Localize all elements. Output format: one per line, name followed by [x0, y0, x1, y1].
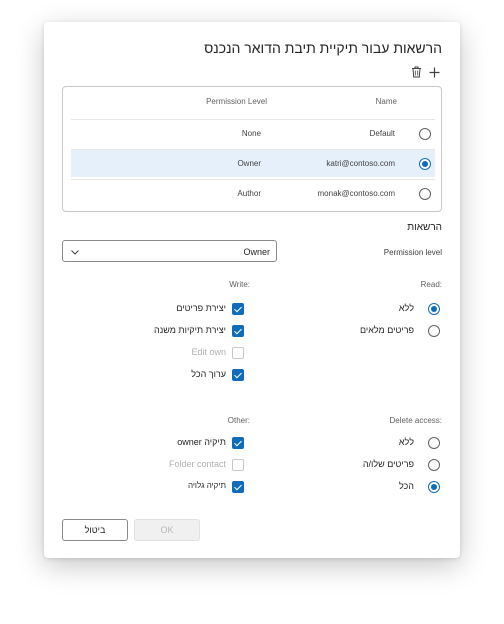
- delete-radio-own[interactable]: [428, 459, 440, 471]
- write-checkbox-create-subfolders[interactable]: [232, 325, 244, 337]
- write-checkbox-create-items[interactable]: [232, 303, 244, 315]
- dialog-title: הרשאות עבור תיקיית תיבת הדואר הנכנס: [204, 40, 442, 56]
- delete-option-label: הכל: [398, 481, 414, 491]
- row-name: monak@contoso.com: [317, 189, 396, 198]
- read-radio-full[interactable]: [428, 325, 440, 337]
- row-radio-katri[interactable]: [419, 158, 431, 170]
- chevron-down-icon: [69, 245, 81, 257]
- plus-icon[interactable]: [426, 64, 442, 80]
- permissions-section-title: הרשאות: [407, 222, 442, 233]
- row-radio-monak[interactable]: [419, 188, 431, 200]
- header-name: Name: [375, 97, 397, 106]
- delete-option-label: ללא: [398, 437, 414, 447]
- row-name: Default: [369, 129, 395, 138]
- other-option-label: תיקיה גלויה: [187, 481, 226, 490]
- write-checkbox-edit-own: [232, 347, 244, 359]
- other-option-label: Folder contact: [168, 459, 226, 469]
- other-option-folder-owner[interactable]: תיקיה owner: [144, 436, 246, 450]
- permissions-dialog: הרשאות עבור תיקיית תיבת הדואר הנכנס Name…: [44, 22, 460, 558]
- other-checkbox-folder-visible[interactable]: [232, 481, 244, 493]
- row-level: Owner: [237, 159, 261, 168]
- write-label: Write:: [229, 280, 250, 289]
- read-option-full[interactable]: פריטים מלאים: [344, 324, 442, 338]
- table-row-katri[interactable]: katri@contoso.com Owner: [71, 149, 435, 177]
- write-option-label: יצירת פריטים: [176, 303, 226, 313]
- other-option-folder-visible[interactable]: תיקיה גלויה: [144, 480, 246, 494]
- table-row-monak[interactable]: monak@contoso.com Author: [71, 179, 435, 207]
- other-label: Other:: [227, 416, 250, 425]
- other-option-label: תיקיה owner: [177, 437, 226, 447]
- row-name: katri@contoso.com: [326, 159, 395, 168]
- read-option-none[interactable]: ללא: [344, 302, 442, 316]
- permission-level-value: Owner: [243, 247, 270, 257]
- other-option-folder-contact: Folder contact: [144, 458, 246, 472]
- write-option-label: ערוך הכל: [191, 369, 226, 379]
- toolbar: [408, 64, 444, 80]
- delete-option-all[interactable]: הכל: [344, 480, 442, 494]
- other-checkbox-folder-owner[interactable]: [232, 437, 244, 449]
- write-option-create-subfolders[interactable]: יצירת תיקיות משנה: [144, 324, 246, 338]
- table-row-default[interactable]: Default None: [71, 119, 435, 147]
- cancel-button[interactable]: ביטול: [62, 519, 128, 541]
- row-radio-default[interactable]: [419, 128, 431, 140]
- permission-level-select[interactable]: Owner: [62, 240, 277, 262]
- read-label: Read:: [420, 280, 442, 289]
- write-option-label: יצירת תיקיות משנה: [154, 325, 226, 335]
- row-level: Author: [237, 189, 261, 198]
- delete-radio-all[interactable]: [428, 481, 440, 493]
- delete-access-label: Delete access:: [389, 416, 442, 425]
- permissions-table: Name Permission Level Default None katri…: [62, 86, 442, 212]
- read-radio-none[interactable]: [428, 303, 440, 315]
- write-checkbox-edit-all[interactable]: [232, 369, 244, 381]
- trash-icon[interactable]: [408, 64, 424, 80]
- delete-radio-none[interactable]: [428, 437, 440, 449]
- read-option-label: ללא: [398, 303, 414, 313]
- row-level: None: [241, 129, 261, 138]
- permission-level-label: Permission level: [383, 248, 442, 257]
- write-option-edit-own: Edit own: [144, 346, 246, 360]
- write-option-label: Edit own: [191, 347, 226, 357]
- ok-button[interactable]: OK: [134, 519, 200, 541]
- delete-option-none[interactable]: ללא: [344, 436, 442, 450]
- other-checkbox-folder-contact: [232, 459, 244, 471]
- header-permission-level: Permission Level: [206, 97, 267, 106]
- delete-option-label: פריטים שלו/ה: [362, 459, 414, 469]
- read-option-label: פריטים מלאים: [359, 325, 414, 335]
- write-option-edit-all[interactable]: ערוך הכל: [144, 368, 246, 382]
- delete-option-own[interactable]: פריטים שלו/ה: [344, 458, 442, 472]
- write-option-create-items[interactable]: יצירת פריטים: [144, 302, 246, 316]
